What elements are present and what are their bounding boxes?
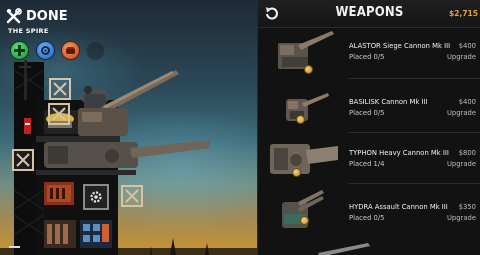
empty-slot-x-icon <box>125 189 139 203</box>
shield-ability-button[interactable] <box>36 41 55 60</box>
menu-handle[interactable] <box>9 246 20 248</box>
assault-cannon-thumbnail <box>282 190 324 228</box>
row-divider <box>348 78 480 79</box>
coin-icon <box>292 168 301 177</box>
weapon-price: $350 <box>458 203 476 211</box>
weapon-price: $400 <box>458 98 476 106</box>
build-slot-upper[interactable] <box>49 78 71 100</box>
build-slot-mid[interactable] <box>48 103 70 125</box>
tech-module-slot[interactable] <box>83 184 109 210</box>
build-slot-left[interactable] <box>12 149 34 171</box>
fist-icon <box>66 47 75 54</box>
weapon-name: BASILISK Cannon Mk III <box>349 98 428 106</box>
upgrade-link[interactable]: Upgrade <box>447 160 476 168</box>
heavy-cannon-thumbnail <box>270 144 338 174</box>
gear-shield-icon <box>41 46 50 55</box>
row-divider <box>348 183 480 184</box>
weapon-placed-count: Placed 0/5 <box>349 53 385 61</box>
weapon-price: $400 <box>458 42 476 50</box>
next-weapon-thumbnail-partial <box>318 243 370 255</box>
empty-ability-slot[interactable] <box>86 41 105 60</box>
weapon-name: TYPHON Heavy Cannon Mk III <box>349 149 449 157</box>
level-name: THE SPIRE <box>8 27 49 35</box>
coin-icon <box>304 65 313 74</box>
weapon-placed-count: Placed 0/5 <box>349 109 385 117</box>
repair-ability-button[interactable] <box>10 41 29 60</box>
siege-cannon-thumbnail <box>278 31 334 69</box>
empty-slot-x-icon <box>53 82 67 96</box>
tower-structure <box>13 60 210 255</box>
upgrade-link[interactable]: Upgrade <box>447 109 476 117</box>
weapon-name: ALASTOR Siege Cannon Mk III <box>349 42 451 50</box>
empty-slot-x-icon <box>16 153 30 167</box>
game-scene[interactable]: DONE THE SPIRE <box>0 0 257 255</box>
empty-slot-x-icon <box>52 107 66 121</box>
coin-icon <box>300 216 309 225</box>
upgrade-link[interactable]: Upgrade <box>447 214 476 222</box>
weapon-placed-count: Placed 0/5 <box>349 214 385 222</box>
panel-title: WEAPONS <box>335 5 404 20</box>
weapon-row-typhon[interactable]: TYPHON Heavy Cannon Mk III Placed 1/4 $8… <box>258 132 480 182</box>
done-button[interactable]: DONE <box>6 8 68 24</box>
build-slot-right[interactable] <box>121 185 143 207</box>
weapon-row-hydra[interactable]: HYDRA Assault Cannon Mk III Placed 0/5 $… <box>258 186 480 236</box>
panel-header: WEAPONS $2,715 <box>258 0 480 28</box>
weapon-row-alastor[interactable]: ALASTOR Siege Cannon Mk III Placed 0/5 $… <box>258 25 480 75</box>
cannon-thumbnail <box>286 93 329 121</box>
cross-repair-icon <box>14 45 25 56</box>
weapon-row-basilisk[interactable]: BASILISK Cannon Mk III Placed 0/5 $400 U… <box>258 81 480 131</box>
done-label: DONE <box>26 8 68 24</box>
money-counter: $2,715 <box>449 9 478 18</box>
upgrade-link[interactable]: Upgrade <box>447 53 476 61</box>
gear-icon <box>90 191 102 203</box>
overdrive-ability-button[interactable] <box>61 41 80 60</box>
coin-icon <box>296 115 305 124</box>
weapon-name: HYDRA Assault Cannon Mk III <box>349 203 448 211</box>
weapon-price: $800 <box>458 149 476 157</box>
weapon-placed-count: Placed 1/4 <box>349 160 385 168</box>
weapons-panel: WEAPONS $2,715 ALASTOR Siege Cannon Mk I… <box>257 0 480 255</box>
tools-icon <box>6 8 22 24</box>
